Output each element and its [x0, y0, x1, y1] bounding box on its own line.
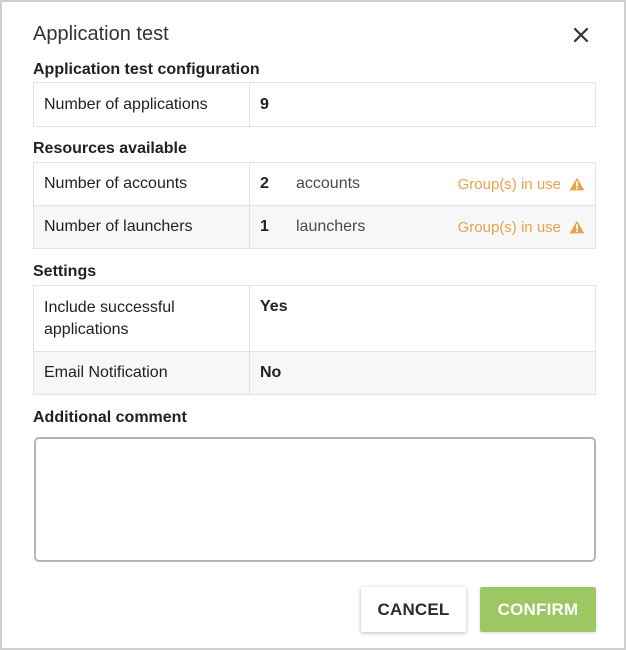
table-row: Number of applications 9 — [33, 82, 596, 127]
launchers-count: 1 — [260, 218, 269, 235]
accounts-count: 2 — [260, 175, 269, 192]
close-button[interactable] — [568, 22, 594, 48]
resource-label-launchers: Number of launchers — [33, 205, 250, 249]
cancel-button[interactable]: CANCEL — [361, 587, 466, 632]
table-row: Email Notification No — [33, 351, 596, 395]
launchers-warning-text: Group(s) in use — [457, 218, 561, 236]
resource-label-accounts: Number of accounts — [33, 162, 250, 206]
settings-section-title: Settings — [33, 263, 97, 280]
table-row: Number of launchers 1 launchers Group(s)… — [33, 205, 596, 249]
accounts-warning-text: Group(s) in use — [457, 175, 561, 193]
config-label-applications: Number of applications — [33, 82, 250, 127]
setting-value-include-successful: Yes — [249, 285, 596, 352]
warning-icon — [569, 220, 585, 234]
table-row: Include successful applications Yes — [33, 285, 596, 352]
comment-label: Additional comment — [33, 409, 187, 426]
application-test-dialog: Application test Application test config… — [0, 0, 626, 650]
setting-label-include-successful: Include successful applications — [33, 285, 250, 352]
setting-label-email-notification: Email Notification — [33, 351, 250, 395]
close-icon — [573, 27, 589, 43]
launchers-warning[interactable]: Group(s) in use — [458, 219, 585, 236]
table-row: Number of accounts 2 accounts Group(s) i… — [33, 162, 596, 206]
setting-value-email-notification: No — [249, 351, 596, 395]
additional-comment-input[interactable] — [34, 437, 596, 562]
accounts-unit: accounts — [296, 175, 361, 192]
confirm-button[interactable]: CONFIRM — [480, 587, 596, 632]
dialog-title: Application test — [33, 23, 169, 45]
warning-icon — [569, 177, 585, 191]
resource-value-accounts: 2 accounts Group(s) in use — [249, 162, 596, 206]
config-section-title: Application test configuration — [33, 61, 260, 78]
accounts-warning[interactable]: Group(s) in use — [458, 176, 585, 193]
config-table: Number of applications 9 — [33, 82, 596, 127]
resources-section-title: Resources available — [33, 140, 187, 157]
settings-table: Include successful applications Yes Emai… — [33, 285, 596, 395]
resources-table: Number of accounts 2 accounts Group(s) i… — [33, 162, 596, 249]
config-value-applications: 9 — [249, 82, 596, 127]
launchers-unit: launchers — [296, 218, 366, 235]
resource-value-launchers: 1 launchers Group(s) in use — [249, 205, 596, 249]
